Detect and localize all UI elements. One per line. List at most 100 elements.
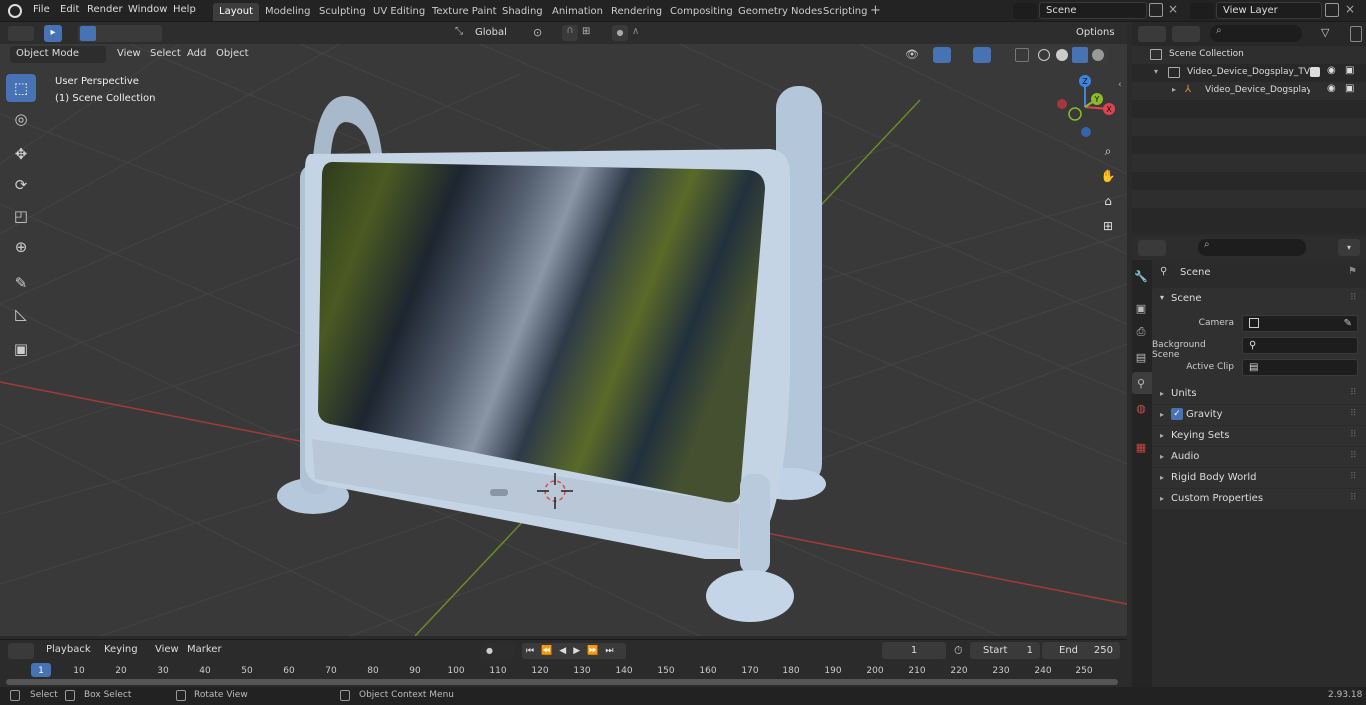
menu-select[interactable]: Select — [147, 47, 184, 60]
material-shading-icon[interactable] — [1072, 47, 1088, 63]
drag-handle-icon[interactable]: ⠿ — [1350, 472, 1357, 482]
expand-arrow-icon[interactable]: ▾ — [1160, 293, 1164, 302]
stopwatch-icon[interactable]: ⏱ — [954, 644, 963, 658]
transform-orientation-dropdown[interactable]: Global — [469, 25, 525, 42]
tab-shading[interactable]: Shading — [496, 3, 549, 21]
menu-view[interactable]: View — [114, 47, 144, 60]
tab-sculpting[interactable]: Sculpting — [313, 3, 372, 21]
select-new-icon[interactable] — [80, 26, 96, 41]
current-frame-field[interactable]: 1 — [882, 642, 946, 659]
view-layer-icon[interactable] — [1190, 3, 1214, 19]
outliner-search-input[interactable]: ⌕ — [1210, 25, 1302, 42]
camera-field[interactable]: ✎ — [1242, 315, 1358, 332]
exclude-checkbox[interactable] — [1310, 67, 1320, 77]
move-tool-icon[interactable]: ✥ — [6, 140, 36, 168]
select-tool-icon[interactable]: ▸ — [44, 25, 62, 42]
visibility-icon[interactable]: 👁 — [905, 48, 925, 62]
scene-selector-icon[interactable] — [1013, 3, 1037, 19]
sidebar-toggle-icon[interactable]: ‹ — [1118, 80, 1122, 90]
pan-hand-icon[interactable]: ✋ — [1097, 165, 1119, 187]
menu-help[interactable]: Help — [170, 3, 199, 16]
camera-render-icon[interactable]: ▣ — [1345, 65, 1354, 76]
3d-viewport[interactable]: Object Mode View Select Add Object 👁 Use… — [0, 44, 1127, 636]
expand-arrow-icon[interactable]: ▸ — [1160, 473, 1164, 482]
outliner-row-tv-object[interactable]: ▸ ⅄ Video_Device_Dogsplay_ ◉ ▣ — [1132, 82, 1366, 100]
properties-editor-type-icon[interactable] — [1138, 240, 1166, 256]
rotate-tool-icon[interactable]: ⟳ — [6, 171, 36, 199]
drag-handle-icon[interactable]: ⠿ — [1350, 388, 1357, 398]
tab-texture-paint[interactable]: Texture Paint — [426, 3, 503, 21]
gravity-checkbox[interactable]: ✓ — [1171, 408, 1183, 420]
solid-shading-icon[interactable] — [1056, 49, 1068, 61]
select-box-tool-icon[interactable]: ⬚ — [6, 74, 36, 102]
tab-rendering[interactable]: Rendering — [605, 3, 668, 21]
timeline-view-menu[interactable]: View — [152, 643, 182, 656]
drag-handle-icon[interactable]: ⠿ — [1350, 293, 1357, 303]
audio-section[interactable]: ▸ Audio ⠿ — [1152, 447, 1366, 467]
start-frame-field[interactable]: Start 1 — [970, 642, 1040, 659]
timeline-scrollbar[interactable] — [6, 679, 1118, 685]
perspective-toggle-icon[interactable]: ⊞ — [1097, 215, 1119, 237]
cursor-tool-icon[interactable]: ◎ — [6, 105, 36, 133]
active-clip-field[interactable]: ▤ — [1242, 359, 1358, 376]
world-tab-icon[interactable]: ◍ — [1133, 398, 1149, 418]
keying-sets-section[interactable]: ▸ Keying Sets ⠿ — [1152, 426, 1366, 446]
background-scene-field[interactable]: ⚲ — [1242, 337, 1358, 354]
filter-icon[interactable]: ▽ — [1321, 26, 1345, 42]
gravity-section[interactable]: ▸ ✓ Gravity ⠿ — [1152, 405, 1366, 425]
scene-field[interactable]: Scene — [1039, 2, 1147, 19]
timeline-editor-type-icon[interactable] — [8, 643, 34, 659]
drag-handle-icon[interactable]: ⠿ — [1350, 493, 1357, 503]
scene-tab-icon[interactable]: ⚲ — [1133, 373, 1149, 393]
overlay-toggle-icon[interactable] — [973, 47, 991, 63]
xray-toggle-icon[interactable] — [1015, 48, 1029, 62]
view-layer-field[interactable]: View Layer — [1216, 2, 1322, 19]
expand-arrow-icon[interactable]: ▸ — [1160, 494, 1164, 503]
scene-panel-header[interactable]: ▾ Scene ⠿ — [1152, 288, 1366, 310]
tab-scripting[interactable]: Scripting — [817, 3, 873, 21]
rigid-body-world-section[interactable]: ▸ Rigid Body World ⠿ — [1152, 468, 1366, 488]
shading-mode-group[interactable] — [1036, 47, 1108, 63]
texture-tab-icon[interactable]: ▦ — [1133, 437, 1149, 457]
outliner-editor-type-icon[interactable] — [1138, 26, 1166, 42]
playback-dropdown[interactable]: Playback — [40, 642, 96, 659]
blender-logo-icon[interactable] — [8, 4, 22, 18]
proportional-edit-icon[interactable]: ● — [612, 25, 628, 41]
add-workspace-icon[interactable]: + — [870, 4, 884, 18]
menu-file[interactable]: File — [30, 3, 53, 16]
scale-tool-icon[interactable]: ◰ — [6, 202, 36, 230]
add-cube-tool-icon[interactable]: ▣ — [6, 335, 36, 363]
timeline-marker-menu[interactable]: Marker — [184, 643, 225, 656]
tab-geometry-nodes[interactable]: Geometry Nodes — [732, 3, 828, 21]
snap-target-icon[interactable]: ⊞ — [582, 26, 602, 40]
new-collection-icon[interactable] — [1350, 26, 1362, 42]
pivot-point-icon[interactable]: ⊙ — [533, 26, 553, 40]
eye-icon[interactable]: ◉ — [1327, 65, 1336, 76]
new-scene-icon[interactable] — [1149, 3, 1163, 17]
menu-render[interactable]: Render — [84, 3, 126, 16]
menu-window[interactable]: Window — [125, 3, 170, 16]
falloff-icon[interactable]: ∧ — [632, 26, 652, 40]
expand-arrow-icon[interactable]: ▸ — [1160, 431, 1164, 440]
object-mode-dropdown[interactable]: Object Mode — [10, 46, 106, 63]
render-tab-icon[interactable]: ▣ — [1133, 298, 1149, 318]
units-section[interactable]: ▸ Units ⠿ — [1152, 384, 1366, 404]
playback-controls[interactable]: ⏮⏪◀▶⏩⏭ — [522, 643, 626, 659]
selection-mode-group[interactable] — [78, 25, 162, 42]
expand-arrow-icon[interactable]: ▸ — [1160, 452, 1164, 461]
drag-handle-icon[interactable]: ⠿ — [1350, 451, 1357, 461]
camera-view-icon[interactable]: ⌂ — [1097, 190, 1119, 212]
drag-handle-icon[interactable]: ⠿ — [1350, 430, 1357, 440]
properties-search-input[interactable]: ⌕ — [1198, 239, 1306, 256]
menu-add[interactable]: Add — [184, 47, 209, 60]
pin-icon[interactable]: ⚑ — [1348, 266, 1357, 277]
tab-layout[interactable]: Layout — [213, 3, 259, 21]
tab-modeling[interactable]: Modeling — [259, 3, 317, 21]
auto-keying-icon[interactable]: ● — [481, 643, 515, 659]
display-mode-icon[interactable] — [1172, 26, 1200, 42]
expand-arrow-icon[interactable]: ▾ — [1154, 67, 1158, 76]
outliner-row-scene-collection[interactable]: Scene Collection — [1132, 46, 1366, 64]
expand-arrow-icon[interactable]: ▸ — [1160, 410, 1164, 419]
properties-options-icon[interactable]: ▾ — [1338, 239, 1360, 256]
tab-compositing[interactable]: Compositing — [664, 3, 739, 21]
